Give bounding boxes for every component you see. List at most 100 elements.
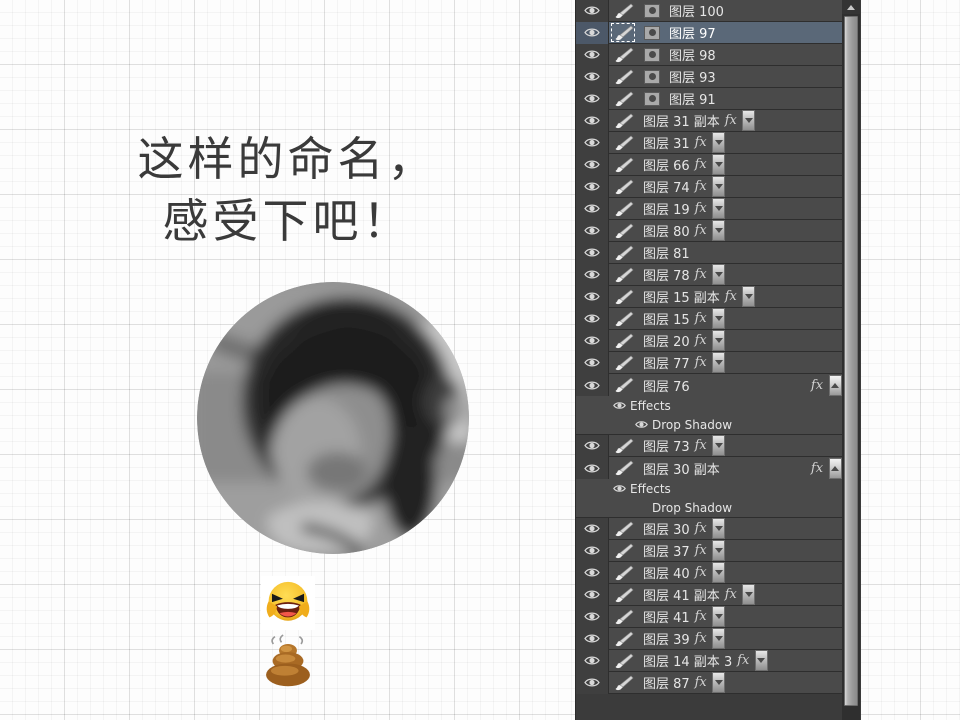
layer-name-label[interactable]: 图层 40 — [639, 563, 690, 582]
expand-effects-icon[interactable] — [712, 518, 726, 540]
layer-row[interactable]: 图层 14 副本 3 fx — [576, 649, 842, 672]
layer-effects-fx-icon[interactable]: fx — [690, 198, 712, 220]
layer-thumbnail[interactable] — [639, 44, 665, 66]
expand-effects-icon[interactable] — [754, 650, 768, 672]
layer-effects-fx-icon[interactable]: fx — [806, 457, 828, 479]
layer-thumbnail[interactable] — [639, 66, 665, 88]
layer-effect-item[interactable]: Drop Shadow — [576, 498, 842, 517]
layer-visibility-eye-icon[interactable] — [576, 605, 609, 628]
layer-visibility-eye-icon[interactable] — [576, 285, 609, 308]
layer-row[interactable]: 图层 98fx — [576, 43, 842, 66]
layer-row[interactable]: 图层 31 fx — [576, 131, 842, 154]
layer-name-label[interactable]: 图层 73 — [639, 436, 690, 455]
layer-thumbnail[interactable] — [639, 88, 665, 110]
layer-name-label[interactable]: 图层 78 — [639, 265, 690, 284]
image-canvas[interactable]: 这样的命名， 感受下吧！ — [0, 0, 575, 720]
layer-visibility-eye-icon[interactable] — [576, 307, 609, 330]
layer-visibility-eye-icon[interactable] — [576, 351, 609, 374]
layer-row[interactable]: 图层 30 fx — [576, 517, 842, 540]
layer-thumbnail[interactable] — [639, 0, 665, 22]
layer-row[interactable]: 图层 74 fx — [576, 175, 842, 198]
layer-name-label[interactable]: 图层 30 — [639, 519, 690, 538]
expand-effects-icon[interactable] — [712, 540, 726, 562]
effect-visibility-eye-icon[interactable] — [630, 420, 652, 429]
collapse-effects-icon[interactable] — [828, 457, 842, 479]
expand-effects-icon[interactable] — [712, 352, 726, 374]
layer-visibility-eye-icon[interactable] — [576, 21, 609, 44]
expand-effects-icon[interactable] — [712, 330, 726, 352]
layers-scrollbar[interactable] — [842, 0, 860, 720]
layer-effects-fx-icon[interactable]: fx — [690, 540, 712, 562]
layer-name-label[interactable]: 图层 76 — [639, 376, 806, 395]
layer-row[interactable]: 图层 31 副本 fx — [576, 109, 842, 132]
layer-row[interactable]: 图层 76 fx Effects Drop Shadow — [576, 374, 842, 435]
layer-effects-fx-icon[interactable]: fx — [690, 606, 712, 628]
layer-effects-fx-icon[interactable]: fx — [690, 672, 712, 694]
layer-name-label[interactable]: 图层 91 — [665, 89, 716, 108]
layer-name-label[interactable]: 图层 30 副本 — [639, 459, 806, 478]
expand-effects-icon[interactable] — [712, 176, 726, 198]
layer-effects-fx-icon[interactable]: fx — [690, 562, 712, 584]
layer-effects-fx-icon[interactable]: fx — [806, 374, 828, 396]
layer-row[interactable]: 图层 41 fx — [576, 605, 842, 628]
layer-row[interactable]: 图层 66 fx — [576, 153, 842, 176]
layer-effects-fx-icon[interactable]: fx — [720, 286, 742, 308]
layer-row[interactable]: 图层 77 fx — [576, 351, 842, 374]
effect-visibility-eye-icon[interactable] — [608, 484, 630, 493]
layer-row[interactable]: 图层 97fx — [576, 21, 842, 44]
layer-visibility-eye-icon[interactable] — [576, 219, 609, 242]
layer-effects-fx-icon[interactable]: fx — [720, 584, 742, 606]
layer-name-label[interactable]: 图层 37 — [639, 541, 690, 560]
layer-effects-fx-icon[interactable]: fx — [690, 220, 712, 242]
layer-visibility-eye-icon[interactable] — [576, 434, 609, 457]
layer-visibility-eye-icon[interactable] — [576, 583, 609, 606]
layer-effects-fx-icon[interactable]: fx — [690, 154, 712, 176]
layer-effects-fx-icon[interactable]: fx — [690, 352, 712, 374]
layer-visibility-eye-icon[interactable] — [576, 671, 609, 694]
layer-name-label[interactable]: 图层 98 — [665, 45, 716, 64]
scroll-up-arrow-icon[interactable] — [842, 0, 860, 14]
layer-name-label[interactable]: 图层 80 — [639, 221, 690, 240]
layer-visibility-eye-icon[interactable] — [576, 457, 609, 479]
layer-name-label[interactable]: 图层 66 — [639, 155, 690, 174]
layer-name-label[interactable]: 图层 19 — [639, 199, 690, 218]
expand-effects-icon[interactable] — [712, 264, 726, 286]
layer-row[interactable]: 图层 87 fx — [576, 671, 842, 694]
layer-row[interactable]: 图层 15 fx — [576, 307, 842, 330]
layer-visibility-eye-icon[interactable] — [576, 374, 609, 396]
layer-row[interactable]: 图层 15 副本 fx — [576, 285, 842, 308]
expand-effects-icon[interactable] — [742, 110, 756, 132]
collapse-effects-icon[interactable] — [828, 374, 842, 396]
layer-visibility-eye-icon[interactable] — [576, 153, 609, 176]
layer-name-label[interactable]: 图层 31 — [639, 133, 690, 152]
layer-effect-item[interactable]: Drop Shadow — [576, 415, 842, 434]
layer-name-label[interactable]: 图层 15 副本 — [639, 287, 720, 306]
expand-effects-icon[interactable] — [712, 154, 726, 176]
layer-visibility-eye-icon[interactable] — [576, 649, 609, 672]
layer-visibility-eye-icon[interactable] — [576, 0, 609, 22]
expand-effects-icon[interactable] — [712, 198, 726, 220]
layer-row[interactable]: 图层 30 副本 fx Effects Drop Shadow — [576, 457, 842, 518]
layer-name-label[interactable]: 图层 14 副本 3 — [639, 651, 732, 670]
expand-effects-icon[interactable] — [712, 628, 726, 650]
layer-row[interactable]: 图层 91fx — [576, 87, 842, 110]
layer-visibility-eye-icon[interactable] — [576, 517, 609, 540]
layer-name-label[interactable]: 图层 41 副本 — [639, 585, 720, 604]
layer-visibility-eye-icon[interactable] — [576, 131, 609, 154]
expand-effects-icon[interactable] — [712, 220, 726, 242]
expand-effects-icon[interactable] — [742, 584, 756, 606]
layer-visibility-eye-icon[interactable] — [576, 329, 609, 352]
layer-visibility-eye-icon[interactable] — [576, 263, 609, 286]
layer-row[interactable]: 图层 80 fx — [576, 219, 842, 242]
layer-name-label[interactable]: 图层 81 — [639, 243, 690, 262]
layer-row[interactable]: 图层 73 fx — [576, 434, 842, 457]
layer-effects-fx-icon[interactable]: fx — [732, 650, 754, 672]
layer-row[interactable]: 图层 100fx — [576, 0, 842, 22]
scrollbar-thumb[interactable] — [844, 16, 858, 706]
layer-row[interactable]: 图层 93fx — [576, 65, 842, 88]
layer-effects-fx-icon[interactable]: fx — [690, 132, 712, 154]
layer-effects-group[interactable]: Effects — [576, 396, 842, 415]
layer-row[interactable]: 图层 81fx — [576, 241, 842, 264]
layer-effects-fx-icon[interactable]: fx — [690, 628, 712, 650]
layer-visibility-eye-icon[interactable] — [576, 627, 609, 650]
